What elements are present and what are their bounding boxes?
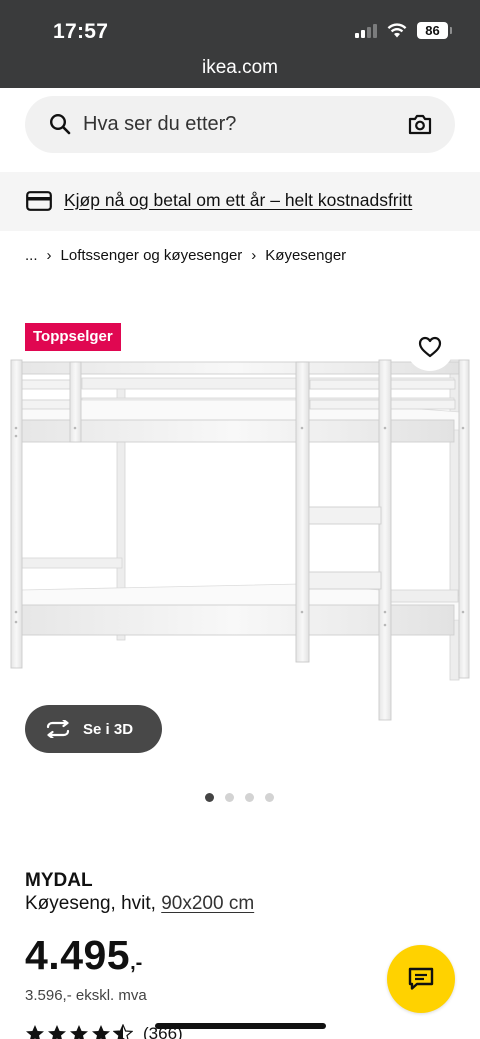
cellular-signal-icon (355, 23, 377, 38)
product-description: Køyeseng, hvit, 90x200 cm (25, 893, 254, 915)
star-icon (70, 1025, 88, 1039)
camera-icon[interactable] (408, 113, 432, 135)
product-type: Køyeseng, hvit, (25, 893, 156, 914)
breadcrumb-item-loft-beds[interactable]: Loftssenger og køyesenger (61, 247, 243, 264)
status-time: 17:57 (53, 20, 109, 43)
wifi-icon (387, 23, 407, 38)
chat-icon (408, 967, 434, 990)
status-icons: 86 (355, 22, 452, 39)
top-seller-badge: Toppselger (25, 323, 121, 351)
product-name: MYDAL (25, 870, 93, 891)
price-excl-vat: 3.596,- ekskl. mva (25, 987, 147, 1004)
see-in-3d-button[interactable]: Se i 3D (25, 705, 162, 753)
product-dimensions-link[interactable]: 90x200 cm (161, 893, 254, 914)
star-icon (92, 1025, 110, 1039)
see-in-3d-label: Se i 3D (83, 720, 134, 738)
breadcrumb-item-bunk-beds[interactable]: Køyesenger (265, 247, 346, 264)
chat-button[interactable] (387, 945, 455, 1013)
browser-top-bar: 17:57 86 ikea.com (0, 0, 480, 88)
carousel-dot[interactable] (225, 793, 234, 802)
promo-banner: Kjøp nå og betal om ett år – helt kostna… (0, 172, 480, 231)
breadcrumb-ellipsis[interactable]: ... (25, 247, 38, 264)
breadcrumb: ... › Loftssenger og køyesenger › Køyese… (25, 247, 346, 264)
price-integer: 4.495 (25, 932, 131, 978)
battery-icon: 86 (417, 22, 452, 39)
search-bar[interactable] (25, 96, 455, 153)
rotate-3d-icon (46, 720, 70, 738)
url-bar[interactable]: ikea.com (0, 57, 480, 79)
credit-card-icon (26, 191, 52, 211)
carousel-dot[interactable] (265, 793, 274, 802)
carousel-dot[interactable] (205, 793, 214, 802)
chevron-right-icon: › (46, 247, 52, 264)
search-icon (49, 113, 71, 135)
star-half-icon (113, 1024, 133, 1039)
home-indicator[interactable] (155, 1023, 326, 1029)
price-decimal: ,- (130, 952, 143, 974)
chevron-right-icon: › (251, 247, 257, 264)
promo-banner-link[interactable]: Kjøp nå og betal om ett år – helt kostna… (64, 190, 412, 211)
heart-icon (418, 336, 442, 358)
star-icon (26, 1025, 44, 1039)
favorite-button[interactable] (406, 323, 454, 371)
image-carousel-indicator (205, 793, 274, 802)
star-icon (48, 1025, 66, 1039)
product-price: 4.495 ,- (25, 932, 142, 979)
search-input[interactable] (83, 96, 393, 153)
carousel-dot[interactable] (245, 793, 254, 802)
